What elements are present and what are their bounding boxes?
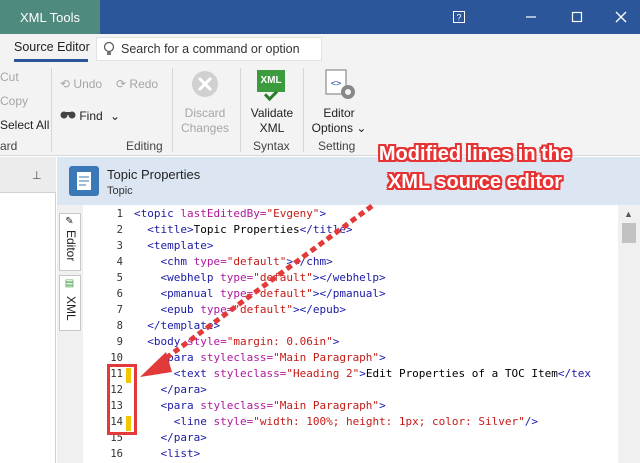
annotation-line-2: XML source editor — [387, 171, 563, 193]
annotation-callout: Modified lines in the XML source editor — [330, 140, 620, 196]
annotation-arrow — [140, 203, 374, 377]
annotation-line-1: Modified lines in the — [378, 143, 572, 165]
highlight-box — [107, 364, 137, 435]
